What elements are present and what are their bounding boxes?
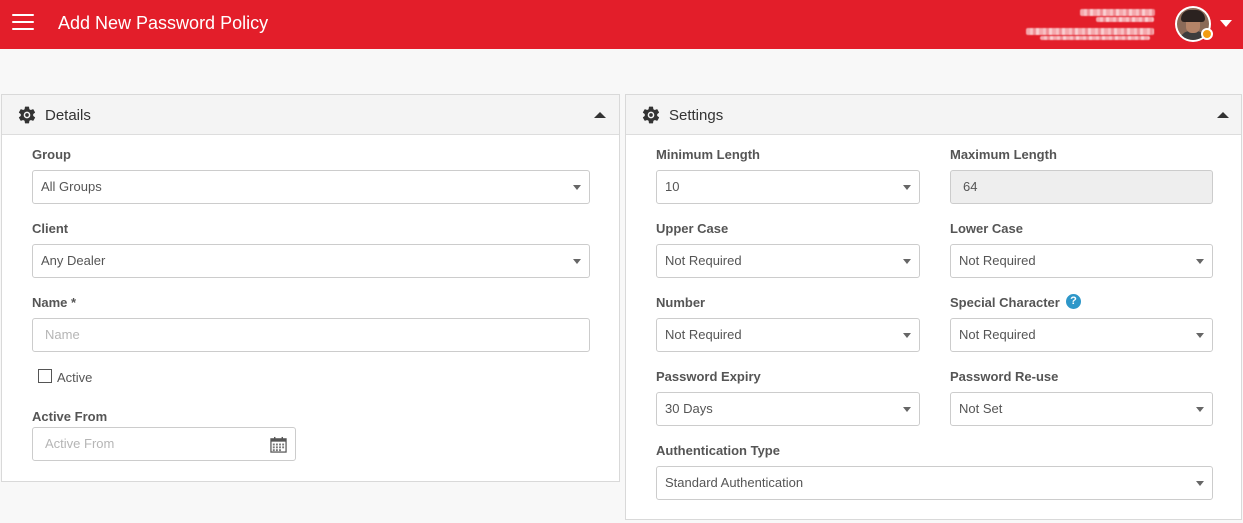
collapse-icon[interactable] xyxy=(1217,112,1229,118)
upper-case-select[interactable]: Not Required xyxy=(656,244,920,278)
client-label: Client xyxy=(32,221,69,236)
settings-panel-title: Settings xyxy=(669,107,724,124)
active-checkbox-label: Active xyxy=(57,370,93,385)
caret-down-icon[interactable] xyxy=(1220,20,1232,27)
chevron-down-icon xyxy=(1196,407,1204,412)
active-from-label: Active From xyxy=(32,409,108,424)
details-panel-header: Details xyxy=(2,95,619,135)
help-icon[interactable]: ? xyxy=(1066,294,1081,309)
chevron-down-icon xyxy=(1196,481,1204,486)
active-from-field[interactable] xyxy=(32,427,296,461)
collapse-icon[interactable] xyxy=(594,112,606,118)
name-label: Name * xyxy=(32,295,77,310)
chevron-down-icon xyxy=(903,185,911,190)
min-length-label: Minimum Length xyxy=(656,147,760,162)
password-reuse-label: Password Re-use xyxy=(950,369,1059,384)
calendar-icon[interactable] xyxy=(270,436,287,453)
password-reuse-select[interactable]: Not Set xyxy=(950,392,1213,426)
chevron-down-icon xyxy=(573,259,581,264)
lower-case-label: Lower Case xyxy=(950,221,1023,236)
max-length-label: Maximum Length xyxy=(950,147,1057,162)
group-select[interactable]: All Groups xyxy=(32,170,590,204)
gear-icon xyxy=(18,106,36,124)
lower-case-select[interactable]: Not Required xyxy=(950,244,1213,278)
password-expiry-label: Password Expiry xyxy=(656,369,761,384)
special-character-select[interactable]: Not Required xyxy=(950,318,1213,352)
hamburger-menu-icon[interactable] xyxy=(12,14,34,32)
chevron-down-icon xyxy=(903,333,911,338)
settings-panel: Settings Minimum Length 10 Maximum Lengt… xyxy=(625,94,1242,520)
chevron-down-icon xyxy=(1196,333,1204,338)
status-indicator xyxy=(1201,28,1213,40)
group-label: Group xyxy=(32,147,71,162)
auth-type-label: Authentication Type xyxy=(656,443,780,458)
upper-case-label: Upper Case xyxy=(656,221,729,236)
chevron-down-icon xyxy=(903,407,911,412)
auth-type-select[interactable]: Standard Authentication xyxy=(656,466,1213,500)
client-select[interactable]: Any Dealer xyxy=(32,244,590,278)
active-from-input[interactable] xyxy=(45,436,255,451)
max-length-field: 64 xyxy=(950,170,1213,204)
name-input[interactable] xyxy=(45,327,490,342)
active-checkbox[interactable] xyxy=(38,369,52,383)
settings-panel-header: Settings xyxy=(626,95,1241,135)
chevron-down-icon xyxy=(1196,259,1204,264)
details-panel-title: Details xyxy=(45,107,91,124)
number-label: Number xyxy=(656,295,706,310)
top-bar: Add New Password Policy xyxy=(0,0,1243,49)
number-select[interactable]: Not Required xyxy=(656,318,920,352)
details-panel: Details Group All Groups Client Any Deal… xyxy=(1,94,620,482)
chevron-down-icon xyxy=(903,259,911,264)
special-character-label: Special Character xyxy=(950,295,1060,310)
name-field[interactable] xyxy=(32,318,590,352)
chevron-down-icon xyxy=(573,185,581,190)
gear-icon xyxy=(642,106,660,124)
min-length-select[interactable]: 10 xyxy=(656,170,920,204)
page-title: Add New Password Policy xyxy=(58,13,269,33)
password-expiry-select[interactable]: 30 Days xyxy=(656,392,920,426)
